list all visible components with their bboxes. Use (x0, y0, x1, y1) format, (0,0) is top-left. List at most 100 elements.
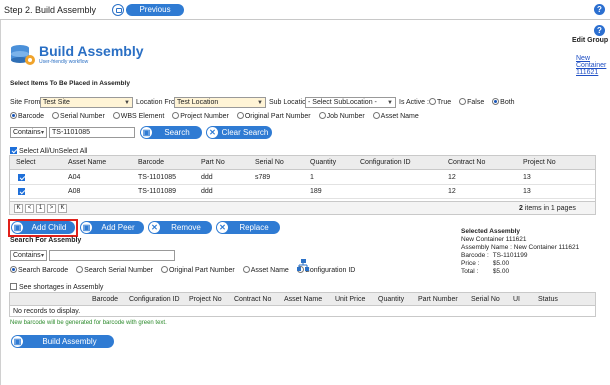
assembly-search-input[interactable] (49, 250, 175, 261)
previous-icon[interactable] (112, 4, 124, 16)
is-active-true[interactable]: True (429, 98, 454, 106)
col-quantity[interactable]: Quantity (310, 159, 336, 166)
col-configuration-id[interactable]: Configuration ID (360, 159, 411, 166)
select-all-checkbox[interactable] (10, 147, 17, 154)
cell-asset-name: A08 (68, 188, 81, 195)
is-active-label: Is Active : (399, 99, 429, 106)
asset-name-option[interactable]: Asset Name (242, 266, 292, 274)
site-from-select[interactable]: Test Site ▼ (40, 97, 133, 108)
search-button[interactable]: ▣ Search (140, 126, 202, 139)
assembly-operator-select[interactable]: Contains ▾ (10, 250, 47, 261)
add-peer-icon: ▣ (81, 222, 92, 233)
select-all-toggle[interactable]: Select All/UnSelect All (10, 147, 87, 155)
search-by-asset-name[interactable]: Asset Name (372, 112, 422, 120)
col-ui[interactable]: UI (513, 296, 520, 303)
search-for-assembly-heading: Search For Assembly (10, 237, 82, 244)
clear-search-button[interactable]: ✕ Clear Search (206, 126, 272, 139)
cell-asset-name: A04 (68, 174, 81, 181)
col-select[interactable]: Select (16, 159, 35, 166)
col-status[interactable]: Status (538, 296, 558, 303)
brand-tagline: User-friendly workflow (39, 59, 89, 65)
cell-part-no: ddd (201, 188, 213, 195)
see-shortages-checkbox[interactable] (10, 283, 17, 290)
is-active-false[interactable]: False (459, 98, 487, 106)
col-asset-name[interactable]: Asset Name (68, 159, 106, 166)
close-icon: ✕ (217, 222, 228, 233)
pager-last-button[interactable]: K (58, 204, 67, 213)
col-contract-no[interactable]: Contract No (234, 296, 271, 303)
col-contract-no[interactable]: Contract No (448, 159, 485, 166)
col-quantity[interactable]: Quantity (378, 296, 404, 303)
search-serial-number-option[interactable]: Search Serial Number (76, 266, 156, 274)
assembly-table-header: Barcode Configuration ID Project No Cont… (10, 293, 595, 306)
search-barcode-option[interactable]: Search Barcode (10, 266, 71, 274)
pager-page-1[interactable]: 1 (36, 204, 45, 213)
location-from-select[interactable]: Test Location ▼ (174, 97, 266, 108)
chevron-down-icon: ▼ (387, 100, 393, 106)
col-barcode[interactable]: Barcode (92, 296, 118, 303)
search-by-serial-number[interactable]: Serial Number (52, 112, 108, 120)
remove-button[interactable]: ✕ Remove (148, 221, 212, 234)
cell-barcode: TS-1101089 (138, 188, 177, 195)
new-container-link-line3[interactable]: 111621 (576, 69, 598, 76)
pager-summary: 2 items in 1 pages (519, 205, 576, 212)
close-icon: ✕ (207, 127, 218, 138)
search-by-original-part-number[interactable]: Original Part Number (236, 112, 314, 120)
location-from-value: Test Location (177, 99, 219, 106)
add-peer-button[interactable]: ▣ Add Peer (80, 221, 144, 234)
col-asset-name[interactable]: Asset Name (284, 296, 322, 303)
col-project-no[interactable]: Project No (189, 296, 222, 303)
operator-value: Contains (13, 129, 41, 136)
col-serial-no[interactable]: Serial No (471, 296, 500, 303)
col-part-no[interactable]: Part No (201, 159, 225, 166)
cell-quantity: 189 (310, 188, 322, 195)
cell-contract-no: 12 (448, 188, 456, 195)
operator-select[interactable]: Contains ▾ (10, 127, 47, 138)
row-checkbox[interactable] (18, 188, 25, 195)
cell-project-no: 13 (523, 188, 531, 195)
selected-assembly-name: New Container 111621 (461, 236, 527, 243)
col-part-number[interactable]: Part Number (418, 296, 458, 303)
table-row[interactable]: A08 TS-1101089 ddd 189 12 13 (10, 185, 595, 199)
col-configuration-id[interactable]: Configuration ID (129, 296, 180, 303)
add-child-icon: ▣ (12, 222, 23, 233)
site-from-value: Test Site (43, 99, 70, 106)
new-container-link-line1[interactable]: New (576, 55, 590, 62)
brand-title: Build Assembly (39, 43, 144, 59)
row-checkbox[interactable] (18, 174, 25, 181)
col-unit-price[interactable]: Unit Price (335, 296, 365, 303)
pager-prev-button[interactable]: < (25, 204, 34, 213)
help-icon-secondary[interactable]: ? (594, 25, 605, 36)
close-icon: ✕ (149, 222, 160, 233)
cell-quantity: 1 (310, 174, 314, 181)
table-row[interactable]: A04 TS-1101085 ddd s789 1 12 13 (10, 171, 595, 185)
edit-group-title: Edit Group (572, 37, 609, 44)
search-by-job-number[interactable]: Job Number (318, 112, 368, 120)
is-active-both[interactable]: Both (492, 98, 517, 106)
search-by-wbs-element[interactable]: WBS Element (112, 112, 168, 120)
search-by-project-number[interactable]: Project Number (172, 112, 232, 120)
cell-serial-no: s789 (255, 174, 271, 181)
add-child-button[interactable]: ▣ Add Child (11, 221, 75, 234)
chevron-down-icon: ▼ (257, 100, 263, 106)
pager-first-button[interactable]: K (14, 204, 23, 213)
help-icon[interactable]: ? (594, 4, 605, 15)
see-shortages-toggle[interactable]: See shortages in Assembly (10, 283, 103, 291)
replace-button[interactable]: ✕ Replace (216, 221, 280, 234)
search-by-barcode[interactable]: Barcode (10, 112, 47, 120)
col-project-no[interactable]: Project No (523, 159, 556, 166)
database-logo-icon (10, 44, 36, 66)
sub-location-select[interactable]: - Select SubLocation - ▼ (305, 97, 396, 108)
build-assembly-icon: ▣ (12, 336, 23, 347)
build-assembly-button[interactable]: ▣ Build Assembly (11, 335, 114, 348)
total-row: Total : $5.00 (461, 268, 510, 275)
previous-button[interactable]: Previous (126, 4, 184, 16)
original-part-number-option[interactable]: Original Part Number (160, 266, 238, 274)
cell-part-no: ddd (201, 174, 213, 181)
col-barcode[interactable]: Barcode (138, 159, 164, 166)
pager-next-button[interactable]: > (47, 204, 56, 213)
new-container-link-line2[interactable]: Container (576, 62, 606, 69)
col-serial-no[interactable]: Serial No (255, 159, 284, 166)
search-input[interactable]: TS-1101085 (49, 127, 135, 138)
network-tree-icon[interactable] (297, 259, 309, 271)
